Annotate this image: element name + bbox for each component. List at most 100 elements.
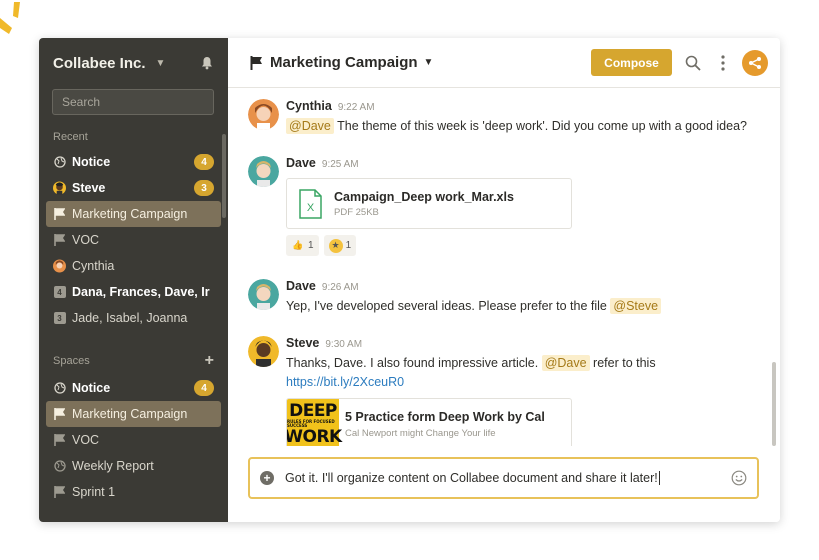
avatar[interactable] bbox=[248, 99, 279, 130]
message-input[interactable]: Got it. I'll organize content on Collabe… bbox=[285, 471, 731, 486]
sidebar-item-recent-steve[interactable]: Steve 3 bbox=[46, 175, 221, 201]
sender-name[interactable]: Dave bbox=[286, 156, 316, 170]
channel-title[interactable]: Marketing Campaign bbox=[270, 54, 418, 71]
flag-icon bbox=[53, 486, 66, 499]
unread-badge: 4 bbox=[194, 380, 214, 396]
star-struck-icon: ★ bbox=[328, 238, 343, 253]
sidebar-item-label: Marketing Campaign bbox=[72, 207, 188, 221]
chevron-down-icon[interactable]: ▼ bbox=[424, 57, 434, 68]
message-time: 9:22 AM bbox=[337, 102, 375, 113]
main-panel: Marketing Campaign ▼ Compose Cynthia 9:2… bbox=[228, 38, 780, 522]
avatar[interactable] bbox=[248, 156, 279, 187]
sidebar-item-recent-voc[interactable]: VOC bbox=[46, 227, 221, 253]
link-preview-title: 5 Practice form Deep Work by Cal bbox=[345, 409, 545, 424]
file-attachment[interactable]: X Campaign_Deep work_Mar.xls PDF 25KB bbox=[286, 178, 572, 229]
sidebar-item-label: VOC bbox=[72, 233, 100, 247]
sidebar-item-recent-cynthia[interactable]: Cynthia bbox=[46, 253, 221, 279]
flag-icon bbox=[53, 408, 66, 421]
search-input[interactable]: Search bbox=[52, 89, 214, 115]
link-preview-thumbnail: DEEP RULES FOR FOCUSED SUCCESS WORK bbox=[287, 399, 342, 446]
chevron-down-icon[interactable]: ▼ bbox=[156, 58, 166, 69]
app-window: Collabee Inc. ▼ Search Recent Notice 4 S… bbox=[39, 38, 780, 522]
app-logo-icon[interactable] bbox=[742, 49, 768, 76]
group-3-icon: 3 bbox=[53, 312, 66, 325]
sidebar-item-label: Notice bbox=[72, 381, 111, 395]
sidebar-item-space-voc[interactable]: VOC bbox=[46, 427, 221, 453]
message-item: Dave 9:25 AM X Campaign_Deep work_Mar.xl… bbox=[248, 156, 750, 256]
svg-text:X: X bbox=[307, 202, 315, 214]
message-item: Cynthia 9:22 AM @Dave The theme of this … bbox=[248, 99, 750, 136]
sidebar-item-label: Notice bbox=[72, 155, 111, 169]
sidebar-item-label: Cynthia bbox=[72, 259, 115, 273]
sidebar-item-recent-notice[interactable]: Notice 4 bbox=[46, 149, 221, 175]
workspace-name: Collabee Inc. bbox=[53, 54, 146, 72]
sidebar-item-recent-marketing-campaign[interactable]: Marketing Campaign bbox=[46, 201, 221, 227]
message-time: 9:25 AM bbox=[321, 159, 359, 170]
search-icon[interactable] bbox=[684, 54, 702, 72]
flag-icon bbox=[53, 234, 66, 247]
recent-section-label: Recent bbox=[53, 131, 88, 143]
emoji-icon[interactable] bbox=[731, 470, 747, 486]
sidebar-item-label: Dana, Frances, Dave, Ir bbox=[72, 285, 210, 299]
unread-badge: 4 bbox=[194, 154, 214, 170]
mention-tag[interactable]: @Dave bbox=[286, 118, 334, 134]
globe-icon bbox=[53, 156, 66, 169]
sidebar-item-space-notice[interactable]: Notice 4 bbox=[46, 375, 221, 401]
globe-icon bbox=[53, 460, 66, 473]
more-vertical-icon[interactable] bbox=[714, 54, 732, 72]
message-list: Cynthia 9:22 AM @Dave The theme of this … bbox=[228, 89, 780, 446]
globe-icon bbox=[53, 382, 66, 395]
sidebar-item-label: Sprint 1 bbox=[72, 485, 116, 499]
flag-icon bbox=[250, 55, 262, 70]
message-composer[interactable]: + Got it. I'll organize content on Colla… bbox=[248, 457, 759, 499]
sender-name[interactable]: Cynthia bbox=[286, 99, 332, 113]
reaction-star-struck[interactable]: ★ 1 bbox=[323, 235, 357, 256]
reaction-bar: 👍 1 ★ 1 bbox=[286, 235, 750, 256]
sidebar-item-label: Steve bbox=[72, 181, 106, 195]
sidebar-item-recent-group-dana[interactable]: 4 Dana, Frances, Dave, Ir bbox=[46, 279, 221, 305]
message-time: 9:26 AM bbox=[321, 282, 359, 293]
message-text: Yep, I've developed several ideas. Pleas… bbox=[286, 297, 750, 316]
message-text: Thanks, Dave. I also found impressive ar… bbox=[286, 355, 656, 389]
message-time: 9:30 AM bbox=[325, 339, 363, 350]
brand-sparkle-decoration bbox=[0, 2, 20, 34]
sender-name[interactable]: Dave bbox=[286, 279, 316, 293]
sender-name[interactable]: Steve bbox=[286, 336, 319, 350]
bell-icon[interactable] bbox=[200, 56, 214, 70]
sidebar: Collabee Inc. ▼ Search Recent Notice 4 S… bbox=[39, 38, 228, 522]
channel-header: Marketing Campaign ▼ Compose bbox=[228, 38, 780, 88]
add-attachment-icon[interactable]: + bbox=[260, 471, 274, 485]
flag-icon bbox=[53, 208, 66, 221]
sidebar-item-space-marketing-campaign[interactable]: Marketing Campaign bbox=[46, 401, 221, 427]
sidebar-item-label: Weekly Report bbox=[72, 459, 154, 473]
sidebar-item-recent-group-jade[interactable]: 3 Jade, Isabel, Joanna bbox=[46, 305, 221, 331]
avatar-steve bbox=[53, 181, 66, 195]
sidebar-scrollbar[interactable] bbox=[222, 134, 226, 218]
add-space-icon[interactable]: + bbox=[205, 352, 214, 370]
avatar-cynthia bbox=[53, 259, 66, 273]
workspace-header[interactable]: Collabee Inc. ▼ bbox=[39, 38, 228, 88]
link-preview-card[interactable]: DEEP RULES FOR FOCUSED SUCCESS WORK 5 Pr… bbox=[286, 398, 572, 446]
sidebar-item-space-sprint-1[interactable]: Sprint 1 bbox=[46, 479, 221, 505]
excel-file-icon: X bbox=[299, 188, 322, 219]
sidebar-item-label: Marketing Campaign bbox=[72, 407, 188, 421]
file-meta: PDF 25KB bbox=[334, 206, 379, 218]
group-4-icon: 4 bbox=[53, 286, 66, 299]
file-name: Campaign_Deep work_Mar.xls bbox=[334, 189, 514, 204]
avatar[interactable] bbox=[248, 279, 279, 310]
flag-icon bbox=[53, 434, 66, 447]
sidebar-item-label: VOC bbox=[72, 433, 100, 447]
sidebar-item-label: Jade, Isabel, Joanna bbox=[72, 311, 188, 325]
message-text: @Dave The theme of this week is 'deep wo… bbox=[286, 117, 750, 136]
message-link[interactable]: https://bit.ly/2XceuR0 bbox=[286, 375, 404, 389]
sidebar-item-space-weekly-report[interactable]: Weekly Report bbox=[46, 453, 221, 479]
text-cursor bbox=[658, 471, 660, 486]
message-scrollbar[interactable] bbox=[772, 362, 776, 446]
message-item: Steve 9:30 AM Thanks, Dave. I also found… bbox=[248, 336, 750, 446]
compose-button[interactable]: Compose bbox=[591, 49, 672, 76]
reaction-thumbs-up[interactable]: 👍 1 bbox=[286, 235, 319, 256]
mention-tag[interactable]: @Dave bbox=[541, 355, 590, 371]
message-item: Dave 9:26 AM Yep, I've developed several… bbox=[248, 279, 750, 316]
avatar[interactable] bbox=[248, 336, 279, 367]
mention-tag[interactable]: @Steve bbox=[610, 298, 662, 314]
